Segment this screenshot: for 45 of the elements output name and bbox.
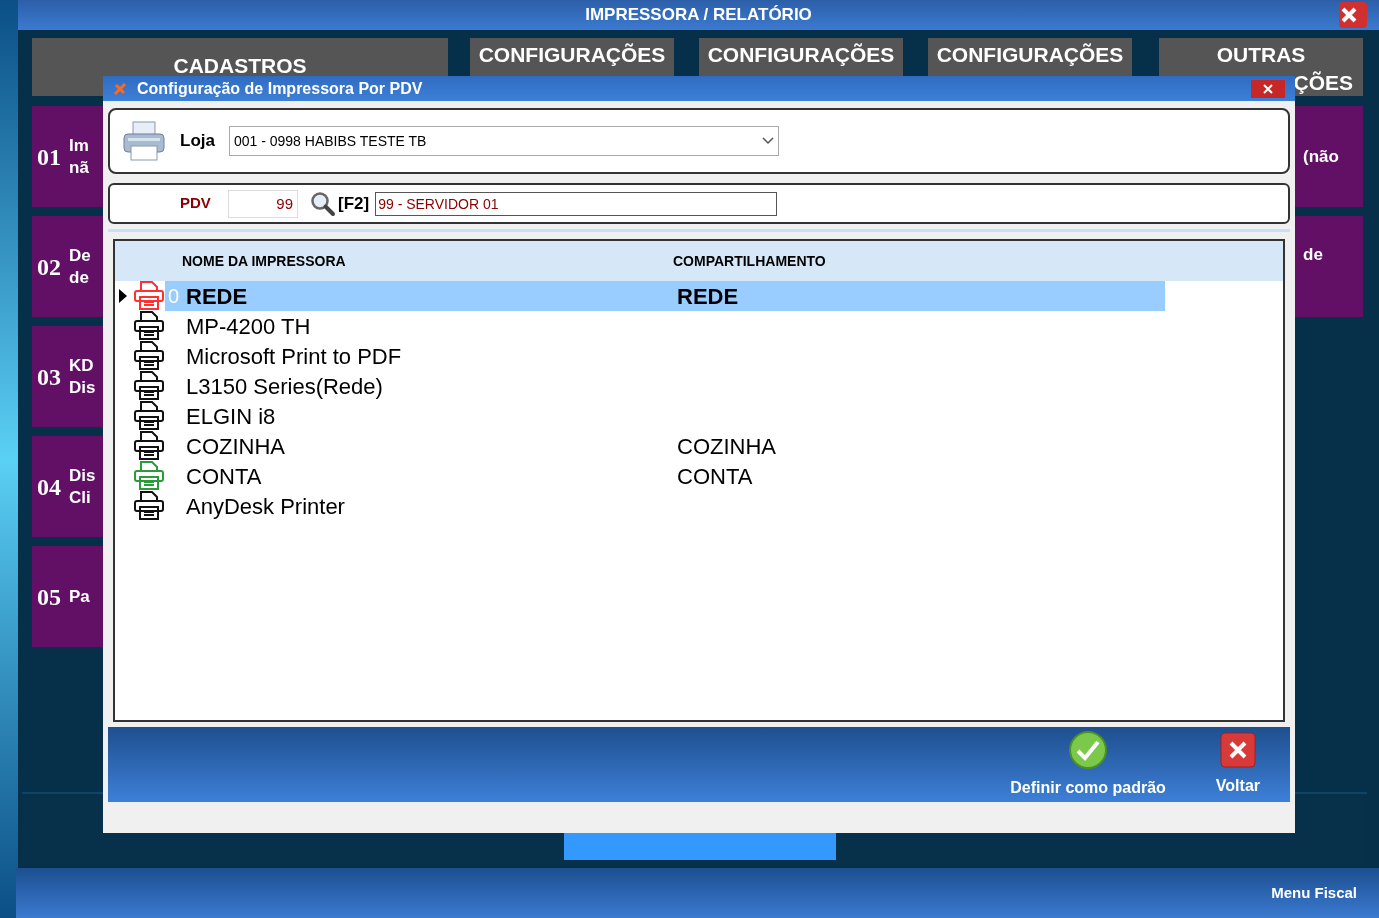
close-icon <box>1219 731 1256 768</box>
menu-tile[interactable]: de <box>1295 216 1363 317</box>
window-title: IMPRESSORA / RELATÓRIO <box>585 4 812 27</box>
table-row[interactable]: Microsoft Print to PDF <box>165 341 1165 371</box>
close-icon <box>1263 83 1273 94</box>
sharing-name: COZINHA <box>677 432 776 461</box>
check-icon <box>1068 729 1109 770</box>
app-logo-icon <box>113 81 127 96</box>
sharing-name: CONTA <box>677 462 753 491</box>
set-default-button[interactable]: Definir como padrão <box>1010 729 1166 800</box>
store-label: Loja <box>180 130 215 153</box>
back-button[interactable]: Voltar <box>1215 731 1260 798</box>
printer-name: L3150 Series(Rede) <box>186 372 384 401</box>
column-header: NOME DA IMPRESSORA <box>182 251 347 271</box>
row-code: 0 <box>167 284 181 309</box>
printer-name: REDE <box>186 282 249 311</box>
shortcut-label: [F2] <box>338 192 370 215</box>
close-button[interactable] <box>1251 79 1285 98</box>
printer-icon <box>122 120 166 162</box>
store-dropdown[interactable]: 001 - 0998 HABIBS TESTE TB <box>228 126 779 156</box>
printer-name: Microsoft Print to PDF <box>186 342 403 371</box>
chevron-down-icon <box>761 137 774 145</box>
table-row[interactable]: L3150 Series(Rede) <box>165 371 1165 401</box>
table-row[interactable]: AnyDesk Printer <box>165 491 1165 521</box>
sharing-name: REDE <box>677 282 739 311</box>
menu-tile[interactable]: (não <box>1295 106 1363 207</box>
printer-name: MP-4200 TH <box>186 312 312 341</box>
column-header: COMPARTILHAMENTO <box>673 251 826 271</box>
printer-name: ELGIN i8 <box>186 402 277 431</box>
dialog-title: Configuração de Impressora Por PDV <box>137 78 423 99</box>
printer-name: CONTA <box>186 462 263 491</box>
table-row[interactable]: CONTA CONTA <box>165 461 1165 491</box>
printer-name: COZINHA <box>186 432 286 461</box>
table-row[interactable]: MP-4200 TH <box>165 311 1165 341</box>
table-row[interactable]: ELGIN i8 <box>165 401 1165 431</box>
pdv-description-field[interactable]: 99 - SERVIDOR 01 <box>375 191 778 216</box>
close-icon <box>1339 5 1359 25</box>
search-icon[interactable] <box>310 190 336 217</box>
menu-tile[interactable]: 05 Pa <box>32 546 103 647</box>
table-row[interactable]: COZINHA COZINHA <box>165 431 1165 461</box>
status-text: Menu Fiscal <box>1271 882 1357 903</box>
pdv-label: PDV <box>180 193 212 214</box>
pdv-field[interactable]: 99 <box>228 189 298 218</box>
close-button[interactable] <box>1339 2 1367 28</box>
printer-name: AnyDesk Printer <box>186 492 346 521</box>
